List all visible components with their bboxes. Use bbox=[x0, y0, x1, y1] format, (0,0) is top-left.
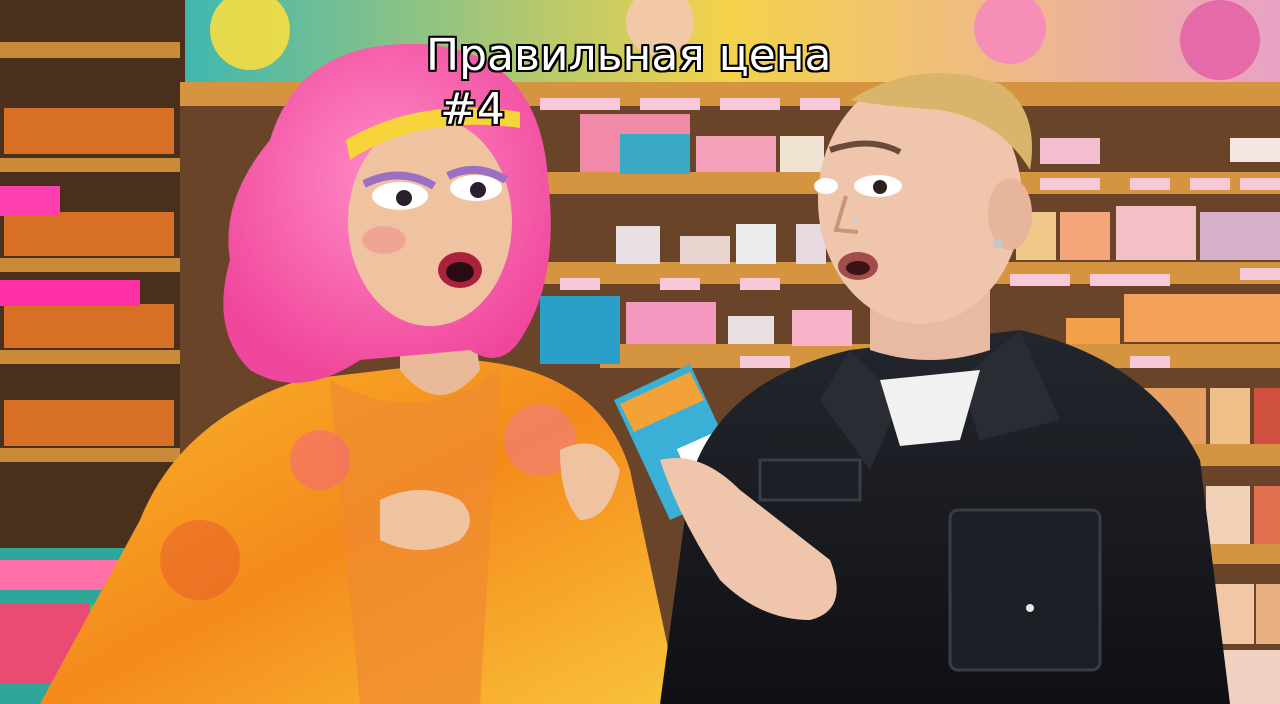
video-frame: Правильная цена #4 bbox=[0, 0, 1280, 704]
store-scene bbox=[0, 0, 1280, 704]
